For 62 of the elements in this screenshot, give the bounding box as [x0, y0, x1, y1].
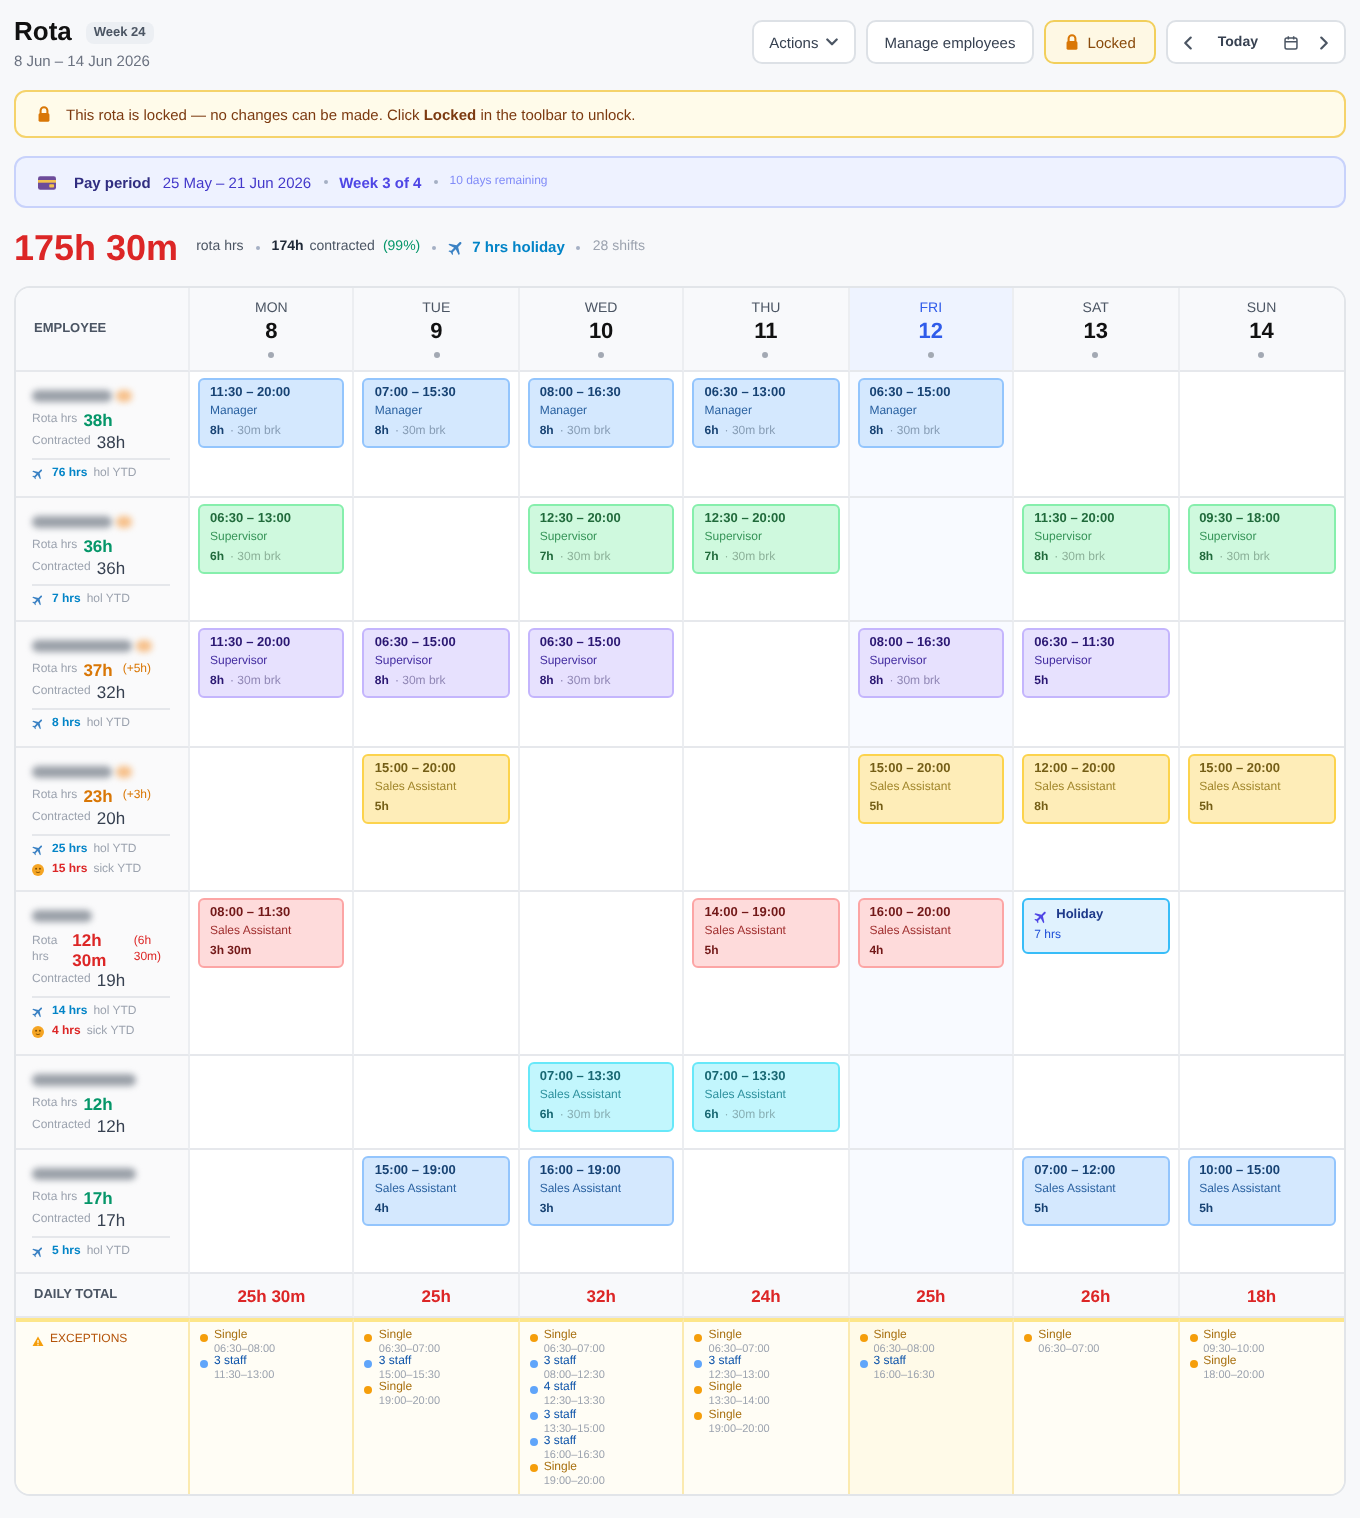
contracted-value: 12h: [96, 1115, 126, 1135]
rota-hours-value: 12h: [83, 1093, 113, 1113]
dot-icon: [927, 352, 934, 358]
contracted-value: 38h: [96, 432, 126, 452]
rota-hours-value: 17h: [83, 1187, 113, 1207]
calendar-icon: [1284, 35, 1298, 49]
chevron-right-icon: [1320, 35, 1328, 49]
rota-hours-value: 36h: [83, 535, 113, 555]
rota-hours-value: 38h: [83, 410, 113, 430]
contracted-value: 19h: [96, 970, 126, 990]
dot-icon: [1092, 352, 1099, 358]
redacted-name-drawing: [32, 388, 132, 404]
contracted-value: 32h: [96, 682, 126, 702]
redacted-name-drawing: [32, 908, 92, 924]
page-title: Rota: [14, 16, 72, 48]
dot-icon: [1258, 352, 1265, 358]
contracted-value: 17h: [96, 1209, 126, 1229]
credit-card-icon: [38, 175, 56, 189]
daily-total: 24h: [684, 1274, 850, 1318]
chevron-down-icon: [826, 38, 839, 46]
warning-icon: [32, 1335, 44, 1346]
contracted-value: 20h: [96, 807, 126, 827]
contracted-value: 36h: [96, 557, 126, 577]
dot-icon: [268, 352, 275, 358]
dot-icon: [433, 352, 440, 358]
redacted-name-drawing: [32, 763, 132, 779]
redacted-name-drawing: [32, 1165, 136, 1181]
airplane-icon: [32, 1006, 44, 1018]
airplane-icon: [32, 593, 44, 605]
day-date: 11: [754, 318, 778, 346]
redacted-name-drawing: [32, 513, 132, 529]
daily-total: 25h: [849, 1274, 1015, 1318]
airplane-icon: [1034, 909, 1049, 923]
day-date: 13: [1083, 318, 1108, 346]
lock-icon: [38, 106, 50, 122]
rota-hours-value: 37h: [83, 660, 113, 680]
day-date: 14: [1249, 318, 1274, 346]
redacted-name-drawing: [32, 1071, 136, 1087]
daily-total: 25h: [354, 1274, 520, 1318]
chevron-left-icon: [1183, 35, 1192, 49]
rota-hours-value: 12h 30m: [72, 929, 109, 969]
daily-total: 18h: [1179, 1274, 1344, 1318]
daily-total: 25h 30m: [190, 1274, 355, 1318]
day-date: 10: [588, 318, 614, 346]
airplane-icon: [32, 468, 44, 480]
dot-icon: [598, 352, 605, 358]
day-date: 8: [265, 318, 278, 346]
airplane-icon: [32, 843, 44, 855]
dot-icon: [762, 352, 769, 358]
airplane-icon: [32, 1245, 44, 1257]
airplane-icon: [448, 239, 465, 255]
total-rota-hours: 175h 30m: [14, 225, 179, 271]
daily-total: 32h: [519, 1274, 685, 1318]
airplane-icon: [32, 718, 44, 730]
face-icon: [32, 1026, 44, 1038]
day-date: 9: [430, 318, 443, 346]
day-date: 12: [918, 318, 944, 346]
face-icon: [32, 863, 44, 875]
daily-total: 26h: [1014, 1274, 1180, 1318]
redacted-name-drawing: [32, 638, 152, 654]
lock-icon: [1065, 34, 1078, 50]
rota-hours-value: 23h: [83, 785, 113, 805]
